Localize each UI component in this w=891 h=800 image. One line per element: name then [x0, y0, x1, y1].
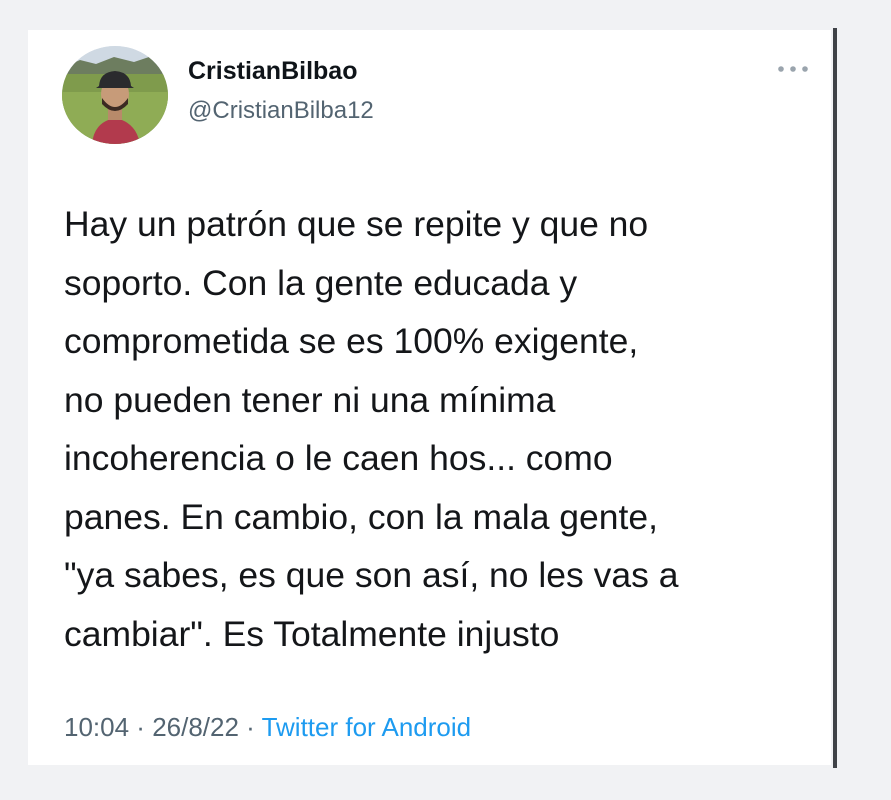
- tweet-meta: 10:04 · 26/8/22 · Twitter for Android: [64, 712, 471, 743]
- meta-separator: ·: [129, 712, 153, 742]
- tweet-text-line: Hay un patrón que se repite y que no: [64, 204, 649, 244]
- tweet-text-line: panes. En cambio, con la mala gente,: [64, 496, 659, 537]
- tweet-text-line: comprometida se es 100% exigente,: [64, 321, 639, 361]
- tweet-date[interactable]: 26/8/22: [152, 712, 239, 742]
- more-horizontal-icon[interactable]: [776, 62, 810, 76]
- meta-separator: ·: [238, 712, 262, 742]
- avatar[interactable]: [62, 46, 168, 144]
- display-name[interactable]: CristianBilbao: [188, 57, 357, 86]
- card-edge-divider: [833, 28, 837, 768]
- user-handle[interactable]: @CristianBilba12: [188, 97, 374, 125]
- tweet-text-line: no pueden tener ni una mínima: [64, 379, 556, 420]
- tweet-text-line: cambiar". Es Totalmente injusto: [64, 613, 560, 654]
- tweet-time[interactable]: 10:04: [64, 712, 129, 742]
- tweet-text-line: incoherencia o le caen hos... como: [64, 438, 613, 478]
- tweet-source-link[interactable]: Twitter for Android: [262, 712, 472, 742]
- tweet-text: Hay un patrón que se repite y que no sop…: [64, 195, 824, 663]
- tweet-text-line: "ya sabes, es que son así, no les vas a: [64, 555, 679, 595]
- tweet-text-line: soporto. Con la gente educada y: [64, 262, 578, 303]
